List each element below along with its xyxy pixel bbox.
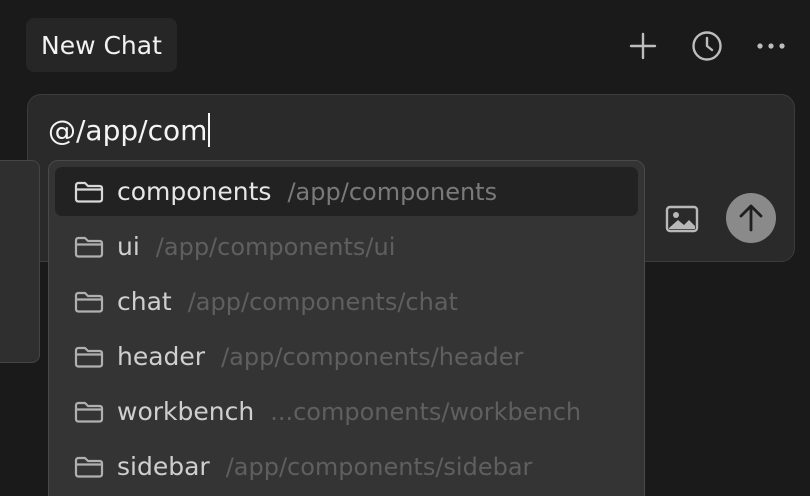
plus-icon [629,32,657,60]
arrow-up-icon [739,204,763,232]
header-actions [618,24,796,68]
mention-item[interactable]: sidebar/app/components/sidebar [55,442,638,491]
mention-item-path: /app/components [287,177,498,206]
mention-item-name: components [117,177,272,206]
mention-item-path: /app/components/header [221,342,524,371]
folder-icon [73,345,105,369]
chat-title[interactable]: New Chat [26,18,177,72]
mention-item-name: ui [117,232,140,261]
mention-item[interactable]: ui/app/components/ui [55,222,638,271]
mention-item-path: /app/components/sidebar [225,452,533,481]
mention-item[interactable]: workbench ...components/workbench [55,387,638,436]
attach-image-button[interactable] [662,199,702,239]
mention-item[interactable]: chat/app/components/chat [55,277,638,326]
mention-item-path: /app/components/ui [155,232,396,261]
chat-panel: New Chat @/app/com components /app/compo… [0,0,810,496]
mention-suggestions-menu: components/app/components ui/app/componen… [48,160,645,496]
folder-icon [73,180,105,204]
message-input[interactable]: @/app/com [48,113,211,147]
more-horizontal-icon [757,43,785,49]
text-caret [208,113,211,147]
image-icon [665,205,699,233]
mention-item-name: chat [117,287,172,316]
history-button[interactable] [682,24,732,68]
mention-item[interactable]: header/app/components/header [55,332,638,381]
mention-item-name: workbench [117,397,255,426]
folder-icon [73,455,105,479]
mention-item-path: /app/components/chat [187,287,458,316]
message-input-text: @/app/com [48,113,208,147]
mention-item[interactable]: components/app/components [55,167,638,216]
mention-item-path: ...components/workbench [270,397,582,426]
folder-icon [73,400,105,424]
folder-icon [73,235,105,259]
side-panel-fragment [0,160,40,363]
mention-item-name: header [117,342,206,371]
mention-item-name: sidebar [117,452,210,481]
folder-icon [73,290,105,314]
clock-icon [692,31,722,61]
more-options-button[interactable] [746,24,796,68]
new-chat-button[interactable] [618,24,668,68]
send-button[interactable] [726,193,776,243]
